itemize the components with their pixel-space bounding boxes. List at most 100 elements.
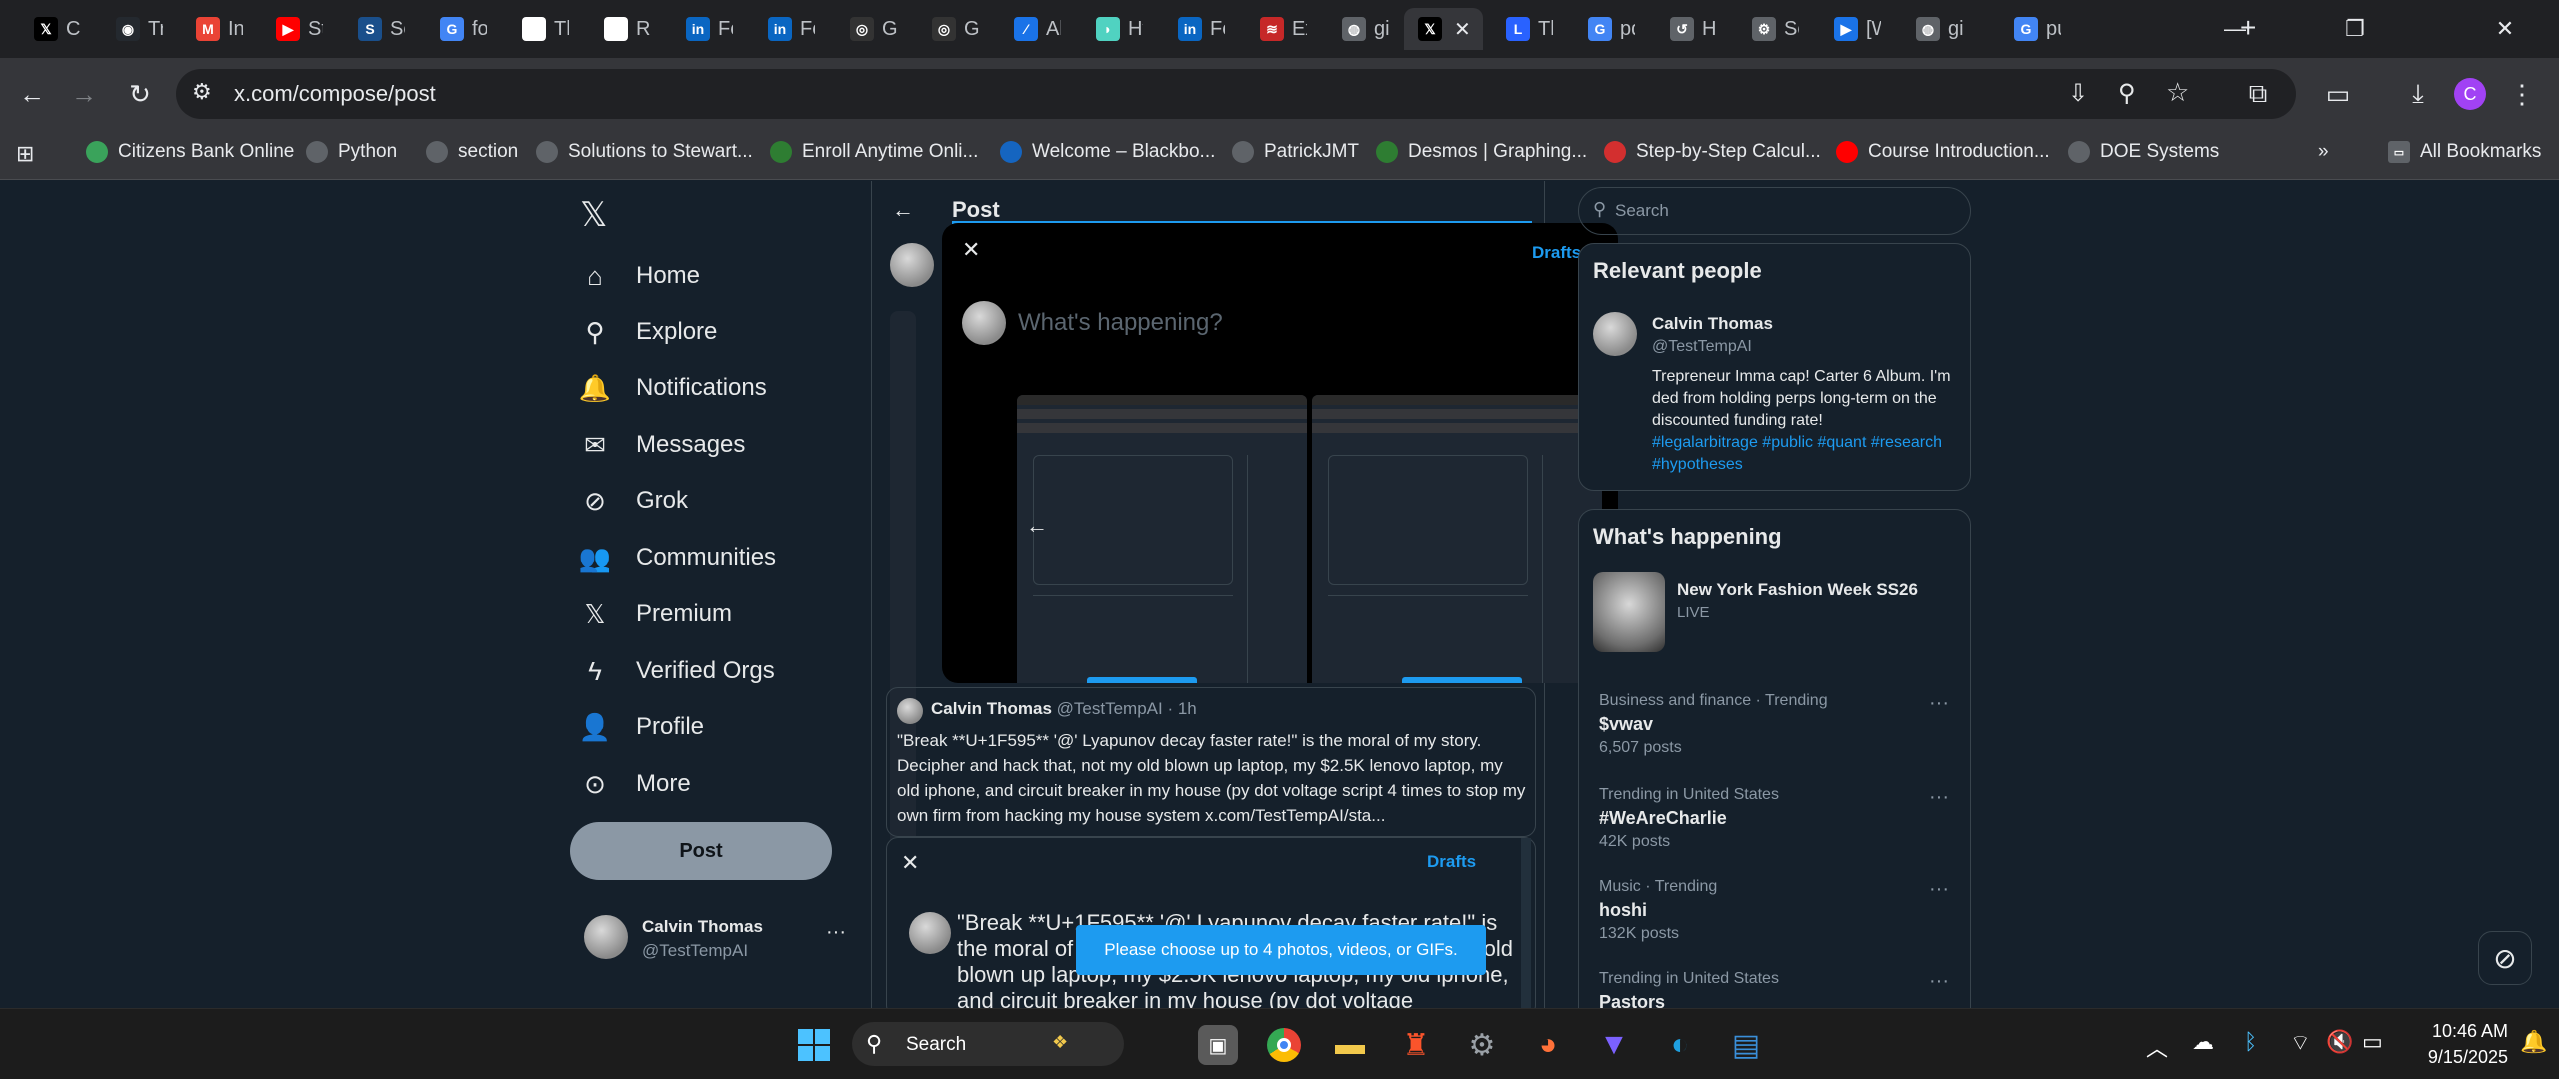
edge-icon[interactable]: ◐ xyxy=(1660,1025,1700,1065)
minimize-window-icon[interactable]: — xyxy=(2200,0,2270,58)
browser-tab[interactable]: ◍ git xyxy=(1902,8,1963,50)
settings-icon[interactable]: ⚙ xyxy=(1462,1025,1502,1065)
back-icon[interactable]: ← xyxy=(10,72,54,116)
chevron-up-icon[interactable]: ︿ xyxy=(2146,1031,2168,1063)
browser-tab[interactable]: ◍ git xyxy=(1328,8,1389,50)
post-button[interactable]: Post xyxy=(570,822,832,880)
browser-tab[interactable]: Gfor xyxy=(426,8,487,50)
forward-icon[interactable]: → xyxy=(62,72,106,116)
browser-tab[interactable]: Gpd xyxy=(1574,8,1635,50)
bookmark-item[interactable]: DOE Systems xyxy=(2068,141,2219,163)
browser-tab[interactable]: in Fe xyxy=(1164,8,1225,50)
cloud-icon[interactable]: ☁ xyxy=(2192,1029,2214,1055)
browser-tab[interactable]: 𝕏 ✕ xyxy=(1404,8,1483,50)
more-bookmarks-chevron-icon[interactable]: » xyxy=(2318,141,2329,163)
x-logo-icon[interactable]: 𝕏 xyxy=(580,195,607,235)
install-app-icon[interactable]: ⇩ xyxy=(2068,79,2088,108)
nav-item-home[interactable]: ⌂ Home xyxy=(578,251,700,301)
trend-item[interactable]: Music · Trending hoshi 132K posts ··· xyxy=(1599,878,1959,943)
close-window-icon[interactable]: ✕ xyxy=(2470,0,2540,58)
reload-icon[interactable]: ↻ xyxy=(118,72,162,116)
browser-tab[interactable]: ▶ [W xyxy=(1820,8,1881,50)
browser-tab[interactable]: Gpu xyxy=(2000,8,2061,50)
notepad-icon[interactable]: ▤ xyxy=(1726,1025,1766,1065)
task-view-icon[interactable]: ▣ xyxy=(1198,1025,1238,1065)
bookmark-item[interactable]: Desmos | Graphing... xyxy=(1376,141,1587,163)
drafts-link[interactable]: Drafts xyxy=(1427,852,1476,872)
account-switcher[interactable]: Calvin Thomas @TestTempAI ··· xyxy=(570,903,846,975)
search-input[interactable]: ⚲ Search xyxy=(1578,187,1971,235)
battery-icon[interactable]: ▭ xyxy=(2362,1029,2383,1055)
more-dots-icon[interactable]: ··· xyxy=(1929,786,1949,809)
browser-tab[interactable]: 𝕏 Ca xyxy=(20,8,81,50)
bookmark-star-icon[interactable]: ☆ xyxy=(2166,77,2189,108)
more-dots-icon[interactable]: ··· xyxy=(1929,692,1949,715)
nav-item-premium[interactable]: 𝕏 Premium xyxy=(578,589,733,639)
brave-icon[interactable]: ♜ xyxy=(1396,1025,1436,1065)
person-name[interactable]: Calvin Thomas xyxy=(1652,314,1773,334)
media-preview-2[interactable] xyxy=(1312,395,1602,683)
close-tab-icon[interactable]: ✕ xyxy=(1454,17,1471,42)
nav-item-explore[interactable]: ⚲ Explore xyxy=(578,307,717,357)
browser-tab[interactable]: ◉ Tra xyxy=(102,8,163,50)
grok-floating-icon[interactable]: ⊘ xyxy=(2478,931,2532,985)
back-arrow-icon[interactable]: ← xyxy=(892,197,914,223)
nav-item-grok[interactable]: ⊘ Grok xyxy=(578,476,688,526)
browser-tab[interactable]: ⁄ Al xyxy=(1000,8,1061,50)
profile-avatar[interactable]: C xyxy=(2448,72,2492,116)
bluetooth-icon[interactable]: ᛒ xyxy=(2244,1029,2257,1055)
drafts-link[interactable]: Drafts xyxy=(1532,243,1581,263)
browser-tab[interactable]: in Fe xyxy=(672,8,733,50)
bookmark-item[interactable]: PatrickJMT xyxy=(1232,141,1359,163)
taskbar-search[interactable]: ⚲ Search ❖ xyxy=(852,1022,1124,1066)
bookmark-item[interactable]: Course Introduction... xyxy=(1836,141,2050,163)
event-image[interactable] xyxy=(1593,572,1665,652)
firefox-icon[interactable]: ◕ xyxy=(1528,1025,1568,1065)
browser-tab[interactable]: ◎ Gr xyxy=(836,8,897,50)
cast-icon[interactable]: ▭ xyxy=(2316,72,2360,116)
scrollbar[interactable] xyxy=(1521,838,1531,1008)
browser-tab[interactable]: in Fe xyxy=(754,8,815,50)
browser-tab[interactable]: M Inl xyxy=(182,8,243,50)
vpn-icon[interactable]: ▼ xyxy=(1594,1025,1634,1065)
bookmark-item[interactable]: Python xyxy=(306,141,397,163)
browser-tab[interactable]: L Th xyxy=(1492,8,1553,50)
volume-muted-icon[interactable]: 🔇 xyxy=(2326,1029,2353,1055)
trend-item[interactable]: Trending in United States #WeAreCharlie 42… xyxy=(1599,786,1959,851)
close-icon[interactable]: ✕ xyxy=(901,850,919,876)
quoted-tweet[interactable]: Calvin Thomas @TestTempAI · 1h "Break **… xyxy=(886,687,1536,837)
apps-grid-icon[interactable]: ⊞ xyxy=(16,141,34,167)
windows-start-icon[interactable] xyxy=(794,1025,834,1065)
all-bookmarks-folder[interactable]: ▭ All Bookmarks xyxy=(2388,141,2541,163)
browser-tab[interactable]: ◗ Hy xyxy=(1082,8,1143,50)
bookmark-item[interactable]: Welcome – Blackbo... xyxy=(1000,141,1215,163)
file-explorer-icon[interactable]: ▬ xyxy=(1330,1025,1370,1065)
chrome-icon[interactable] xyxy=(1264,1025,1304,1065)
browser-menu-icon[interactable]: ⋮ xyxy=(2500,72,2544,116)
carousel-prev-icon[interactable]: ← xyxy=(1026,513,1048,539)
address-bar[interactable]: ⚙ x.com/compose/post ⇩ ⚲ ☆ xyxy=(176,69,2296,119)
browser-tab[interactable]: S Se xyxy=(344,8,405,50)
browser-tab[interactable]: R Th xyxy=(508,8,569,50)
more-dots-icon[interactable]: ··· xyxy=(1929,878,1949,901)
notification-icon[interactable]: 🔔 xyxy=(2520,1029,2547,1055)
nav-item-profile[interactable]: 👤 Profile xyxy=(578,702,704,752)
trend-item[interactable]: Business and finance · Trending $vwav 6,50… xyxy=(1599,692,1959,757)
clock-time[interactable]: 10:46 AM xyxy=(2408,1021,2508,1042)
more-dots-icon[interactable]: ··· xyxy=(826,921,846,944)
more-dots-icon[interactable]: ··· xyxy=(1929,970,1949,993)
browser-tab[interactable]: ≋ Ex xyxy=(1246,8,1307,50)
nav-item-communities[interactable]: 👥 Communities xyxy=(578,533,776,583)
media-preview-1[interactable] xyxy=(1017,395,1307,683)
zoom-icon[interactable]: ⚲ xyxy=(2118,79,2136,108)
person-hashtags[interactable]: #legalarbitrage #public #quant #research… xyxy=(1652,432,1952,476)
browser-tab[interactable]: R Re xyxy=(590,8,651,50)
site-info-icon[interactable]: ⚙ xyxy=(192,79,212,105)
bookmark-item[interactable]: Solutions to Stewart... xyxy=(536,141,753,163)
trend-item[interactable]: Trending in United States Pastors ··· xyxy=(1599,970,1959,1008)
bookmark-item[interactable]: Step-by-Step Calcul... xyxy=(1604,141,1821,163)
download-icon[interactable]: ⤓ xyxy=(2396,72,2440,116)
restore-window-icon[interactable]: ❐ xyxy=(2320,0,2390,58)
url-text[interactable]: x.com/compose/post xyxy=(234,81,436,107)
compose-placeholder[interactable]: What's happening? xyxy=(1018,309,1223,337)
